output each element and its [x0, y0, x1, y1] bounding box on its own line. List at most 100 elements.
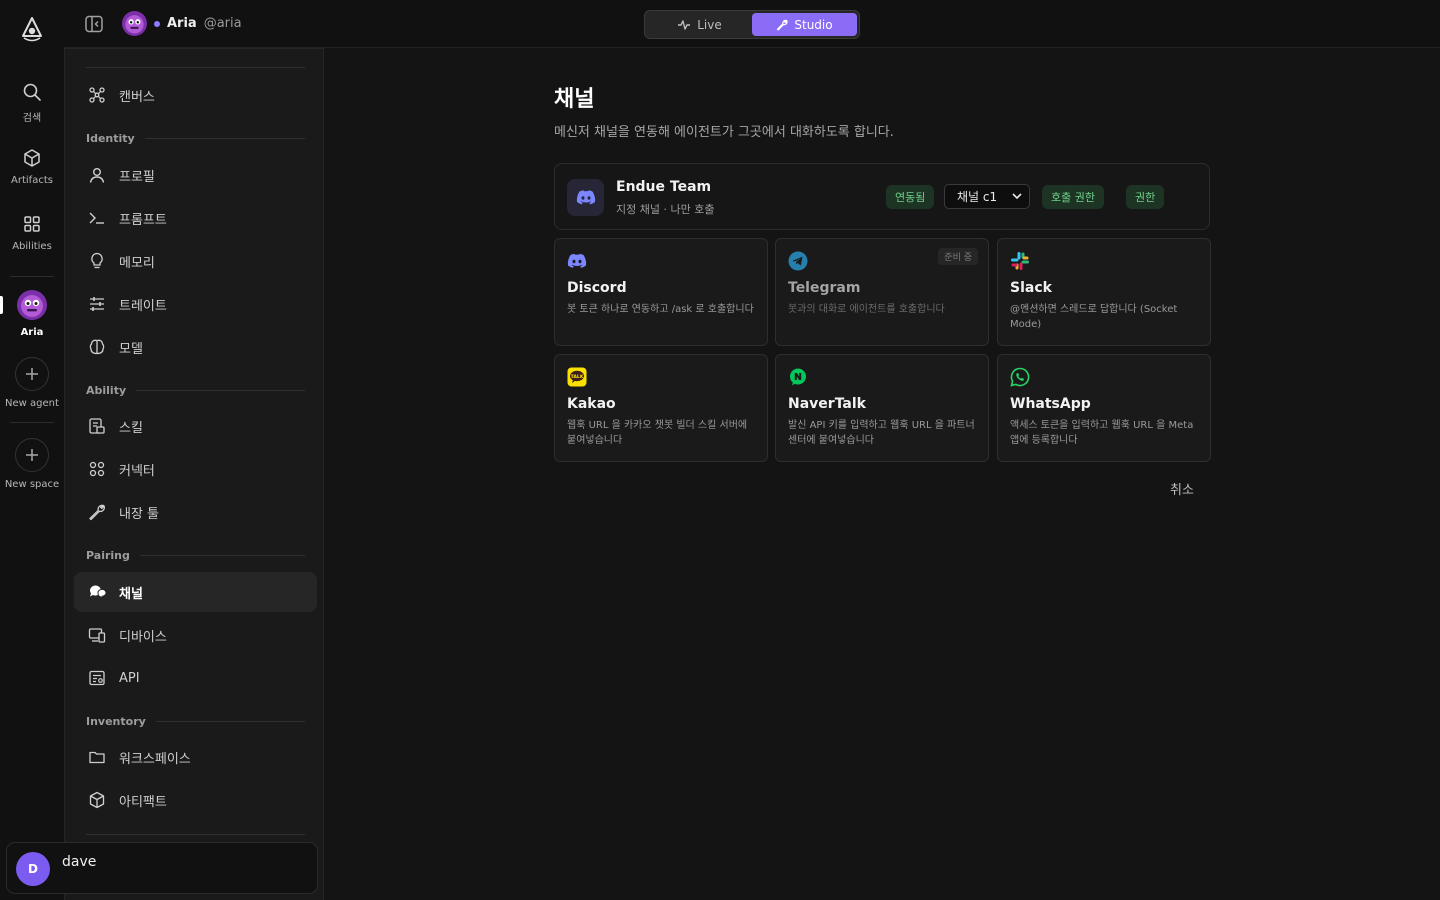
sidebar-item-connectors[interactable]: 커넥터 [74, 449, 317, 489]
permission-button[interactable]: 권한 [1126, 185, 1165, 209]
channel-card-slack[interactable]: Slack @멘션하면 스레드로 답합니다 (Socket Mode) [997, 238, 1211, 346]
sidebar-item-model[interactable]: 모델 [74, 327, 317, 367]
channel-select-value: 채널 c1 [957, 190, 998, 204]
rail-artifacts[interactable]: Artifacts [0, 148, 64, 186]
section-pairing: Pairing [86, 549, 305, 562]
channel-name: Discord [567, 280, 627, 296]
section-title: Identity [86, 132, 135, 145]
channel-desc: 액세스 토큰을 입력하고 웹훅 URL 을 Meta 앱에 등록합니다 [1010, 420, 1194, 446]
rail-new-space-label: New space [4, 479, 60, 490]
channel-card-navertalk[interactable]: NaverTalk 발신 API 키를 입력하고 웹훅 URL 을 파트너센터에… [775, 354, 989, 462]
wrench-icon [777, 19, 788, 30]
pulse-icon [678, 19, 691, 30]
sidebar-item-label: 커넥터 [119, 463, 155, 479]
section-ability: Ability [86, 384, 305, 397]
channel-name: Telegram [788, 280, 861, 296]
rail-agent-aria[interactable]: Aria [0, 290, 64, 338]
sidebar-item-profile[interactable]: 프로필 [74, 155, 317, 195]
sidebar-item-workspace[interactable]: 워크스페이스 [74, 737, 317, 777]
sidebar-item-skills[interactable]: 스킬 [74, 406, 317, 446]
sidebar-item-artifacts[interactable]: 아티팩트 [74, 780, 317, 820]
sidebar-toggle-icon [85, 15, 103, 33]
terminal-icon [87, 208, 107, 228]
mode-live-button[interactable]: Live [647, 13, 752, 36]
navertalk-icon [790, 368, 806, 386]
sidebar-item-channels[interactable]: 채널 [74, 572, 317, 612]
page-title: 채널 [554, 87, 595, 112]
rail-new-space[interactable]: New space [0, 438, 64, 490]
call-permission-button[interactable]: 호출 권한 [1042, 185, 1104, 209]
user-avatar: D [16, 852, 50, 886]
sidebar-item-label: 디바이스 [119, 629, 167, 645]
sidebar-item-label: 프로필 [119, 169, 155, 185]
cube-icon [24, 149, 40, 167]
sidebar-item-prompt[interactable]: 프롬프트 [74, 198, 317, 238]
sidebar-divider [86, 834, 305, 835]
sidebar-item-memory[interactable]: 메모리 [74, 241, 317, 281]
channel-desc: @멘션하면 스레드로 답합니다 (Socket Mode) [1010, 304, 1178, 330]
wrench-icon [87, 502, 107, 522]
sidebar-item-label: 채널 [119, 586, 143, 602]
app-logo-icon[interactable] [20, 16, 44, 42]
channel-card-kakao[interactable]: TALK Kakao 웹훅 URL 을 카카오 챗봇 빌더 스킬 서버에 붙여넣… [554, 354, 768, 462]
sliders-icon [87, 294, 107, 314]
plus-icon [15, 357, 49, 391]
sidebar-item-builtin-tools[interactable]: 내장 툴 [74, 492, 317, 532]
brain-icon [87, 337, 107, 357]
discord-icon [567, 253, 587, 268]
sidebar-item-canvas[interactable]: 캔버스 [74, 75, 317, 115]
section-title: Pairing [86, 549, 130, 562]
chat-icon [87, 582, 107, 602]
rail-divider [10, 276, 54, 277]
chevron-down-icon [1012, 193, 1022, 200]
main-content: 채널 메신저 채널을 연동해 에이전트가 그곳에서 대화하도록 합니다. End… [324, 48, 1440, 900]
channel-card-discord[interactable]: Discord 봇 토큰 하나로 연동하고 /ask 로 호출합니다 [554, 238, 768, 346]
section-identity: Identity [86, 132, 305, 145]
sidebar-item-label: 워크스페이스 [119, 751, 191, 767]
sidebar-item-api[interactable]: API [74, 658, 317, 698]
sidebar-item-devices[interactable]: 디바이스 [74, 615, 317, 655]
agent-handle: @aria [203, 16, 242, 31]
page-subtitle: 메신저 채널을 연동해 에이전트가 그곳에서 대화하도록 합니다. [554, 125, 894, 140]
topbar: Aria @aria Live Studio [64, 0, 1440, 48]
skill-icon [87, 416, 107, 436]
sidebar-item-traits[interactable]: 트레이트 [74, 284, 317, 324]
rail-divider [10, 422, 54, 423]
channel-card-whatsapp[interactable]: WhatsApp 액세스 토큰을 입력하고 웹훅 URL 을 Meta 앱에 등… [997, 354, 1211, 462]
canvas-icon [87, 85, 107, 105]
mode-live-label: Live [697, 17, 722, 32]
mode-switch: Live Studio [644, 10, 860, 39]
grid-icon [24, 216, 40, 232]
channel-name: Slack [1010, 280, 1052, 296]
rail-new-agent[interactable]: New agent [0, 357, 64, 409]
sidebar-item-label: 스킬 [119, 420, 143, 436]
agent-chip[interactable]: Aria @aria [122, 11, 242, 36]
rail-search[interactable]: 검색 [0, 82, 64, 124]
cancel-button[interactable]: 취소 [1170, 479, 1194, 498]
mode-studio-button[interactable]: Studio [752, 13, 857, 36]
sidebar-item-label: 아티팩트 [119, 794, 167, 810]
user-card[interactable]: D dave [6, 842, 318, 894]
channel-desc: 봇 토큰 하나로 연동하고 /ask 로 호출합니다 [567, 304, 754, 315]
channel-card-telegram: 준비 중 Telegram 봇과의 대화로 에이전트를 호출합니다 [775, 238, 989, 346]
agent-avatar [17, 290, 47, 320]
cube-icon [87, 790, 107, 810]
agent-name: Aria [167, 16, 197, 31]
rail-abilities-label: Abilities [12, 241, 52, 252]
channel-name: NaverTalk [788, 396, 866, 412]
rail-artifacts-label: Artifacts [11, 175, 53, 186]
sidebar-toggle-button[interactable] [84, 14, 104, 34]
connector-icon [87, 459, 107, 479]
mode-studio-label: Studio [794, 17, 833, 32]
rail-agent-label: Aria [20, 327, 44, 338]
section-title: Ability [86, 384, 127, 397]
sidebar-item-label: 모델 [119, 341, 143, 357]
connected-channel-card: Endue Team 지정 채널 · 나만 호출 연동됨 채널 c1 호출 권한… [554, 163, 1210, 230]
online-status-dot [154, 20, 160, 27]
channel-select[interactable]: 채널 c1 [944, 184, 1030, 209]
telegram-icon [788, 251, 808, 271]
kakao-icon: TALK [567, 367, 587, 387]
rail-abilities[interactable]: Abilities [0, 214, 64, 252]
channel-desc: 웹훅 URL 을 카카오 챗봇 빌더 스킬 서버에 붙여넣습니다 [567, 420, 748, 446]
folder-icon [87, 747, 107, 767]
